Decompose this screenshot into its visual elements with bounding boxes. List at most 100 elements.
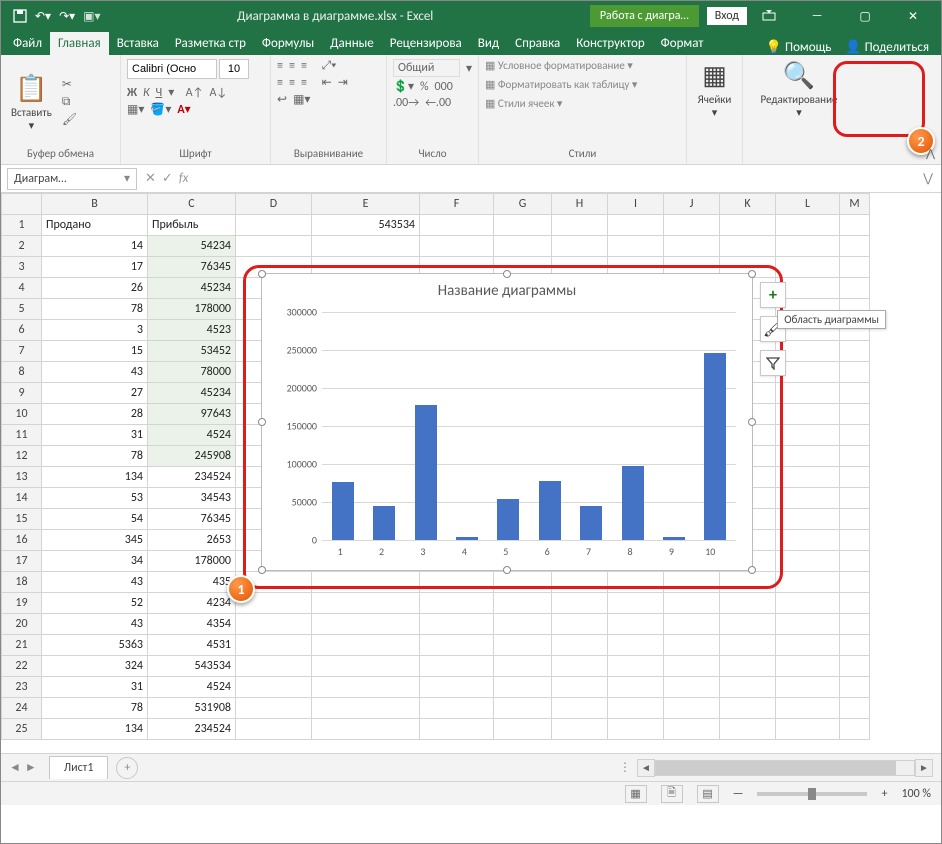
cell[interactable]: Прибыль [148,215,236,236]
zoom-level[interactable]: 100 % [901,787,931,801]
cell[interactable]: 15 [42,341,148,362]
number-format-select[interactable]: Общий [393,59,460,77]
tab-review[interactable]: Рецензирова [382,32,470,55]
cell[interactable]: 34 [42,551,148,572]
cell[interactable]: 5363 [42,635,148,656]
chart-bar[interactable] [663,537,685,540]
cell[interactable]: 134 [42,719,148,740]
cell-styles-button[interactable]: ▦ Стили ячеек ▾ [485,97,680,110]
row-header[interactable]: 22 [2,656,42,677]
row-header[interactable]: 21 [2,635,42,656]
cell[interactable]: 78000 [148,362,236,383]
cell[interactable]: 543534 [148,656,236,677]
cell[interactable]: 178000 [148,299,236,320]
bold-button[interactable]: Ж [127,86,137,100]
view-pagebreak-icon[interactable]: ▤ [697,785,719,803]
col-header[interactable]: C [148,194,236,215]
tab-view[interactable]: Вид [470,32,507,55]
font-size-input[interactable] [219,59,249,79]
split-grip-icon[interactable]: ⋮ [619,760,631,775]
minimize-button[interactable]: — [795,1,839,31]
col-header[interactable]: M [840,194,870,215]
camera-icon[interactable]: ▣▾ [83,9,100,24]
row-header[interactable]: 10 [2,404,42,425]
zoom-slider[interactable] [757,792,867,796]
cell[interactable]: 4234 [148,593,236,614]
merge-icon[interactable]: ▦▾ [293,92,310,107]
chart-bar[interactable] [373,506,395,540]
col-header[interactable]: E [312,194,420,215]
chart-filters-button[interactable] [760,350,786,376]
row-header[interactable]: 5 [2,299,42,320]
shrink-font-icon[interactable]: A↓ [209,86,227,100]
cell[interactable]: 78 [42,446,148,467]
cell[interactable]: 324 [42,656,148,677]
share-button[interactable]: 👤 Поделиться [845,40,929,55]
row-header[interactable]: 6 [2,320,42,341]
cell[interactable]: 17 [42,257,148,278]
sheet-tab[interactable]: Лист1 [49,756,109,779]
col-header[interactable]: B [42,194,148,215]
cell[interactable]: 31 [42,425,148,446]
redo-icon[interactable]: ↷▾ [59,9,75,24]
cell[interactable]: 4531 [148,635,236,656]
cell[interactable]: 134 [42,467,148,488]
sheet-nav-prev-icon[interactable]: ◄ [9,760,21,775]
chart-title[interactable]: Название диаграммы [262,274,752,304]
cell[interactable]: Продано [42,215,148,236]
cell[interactable]: 4524 [148,677,236,698]
chart-plot-area[interactable]: 0500001000001500002000002500003000001234… [322,312,736,540]
col-header[interactable]: I [608,194,664,215]
row-header[interactable]: 24 [2,698,42,719]
col-header[interactable]: D [236,194,312,215]
format-painter-icon[interactable]: 🖌 [62,112,77,127]
hscroll-left-button[interactable]: ◄ [637,759,655,777]
tab-design[interactable]: Конструктор [568,32,652,55]
cell[interactable]: 76345 [148,257,236,278]
cell[interactable]: 34543 [148,488,236,509]
cell[interactable]: 43 [42,572,148,593]
row-header[interactable]: 1 [2,215,42,236]
maximize-button[interactable]: ▢ [843,1,887,31]
cell[interactable]: 45234 [148,278,236,299]
comma-icon[interactable]: 000 [435,80,453,94]
embedded-chart[interactable]: Название диаграммы 050000100000150000200… [261,273,753,571]
cells-button[interactable]: ▦Ячейки▾ [693,59,736,119]
cell[interactable]: 54234 [148,236,236,257]
align-middle-icon[interactable]: ≡ [289,59,295,73]
col-header[interactable]: H [552,194,608,215]
resize-handle[interactable] [258,566,266,574]
col-header[interactable]: L [776,194,840,215]
orientation-icon[interactable]: ⤢▾ [322,59,337,73]
row-header[interactable]: 2 [2,236,42,257]
font-name-input[interactable] [127,59,217,79]
resize-handle[interactable] [258,270,266,278]
help-button[interactable]: 💡 Помощь [766,40,832,55]
row-header[interactable]: 14 [2,488,42,509]
cell[interactable]: 3 [42,320,148,341]
cell[interactable]: 43 [42,362,148,383]
cell[interactable]: 4523 [148,320,236,341]
name-box[interactable]: Диаграм…▾ [7,168,137,190]
col-header[interactable] [2,194,42,215]
align-center-icon[interactable]: ≡ [289,76,295,90]
enter-formula-icon[interactable]: ✓ [162,171,173,186]
expand-formula-bar-icon[interactable]: ⋁ [915,171,941,186]
cell[interactable]: 52 [42,593,148,614]
row-header[interactable]: 17 [2,551,42,572]
border-icon[interactable]: ▦▾ [127,102,144,117]
cell[interactable]: 31 [42,677,148,698]
tab-home[interactable]: Главная [50,32,109,55]
paste-button[interactable]: 📋Вставить▾ [7,72,56,132]
cell[interactable]: 14 [42,236,148,257]
cancel-formula-icon[interactable]: ✕ [145,171,156,186]
cell[interactable]: 53 [42,488,148,509]
row-header[interactable]: 20 [2,614,42,635]
sheet-nav-next-icon[interactable]: ► [25,760,37,775]
cut-icon[interactable]: ✂ [62,77,77,92]
cell[interactable]: 178000 [148,551,236,572]
indent-dec-icon[interactable]: ⇤ [322,75,332,90]
align-bottom-icon[interactable]: ≡ [301,59,307,73]
resize-handle[interactable] [748,566,756,574]
cell[interactable]: 54 [42,509,148,530]
